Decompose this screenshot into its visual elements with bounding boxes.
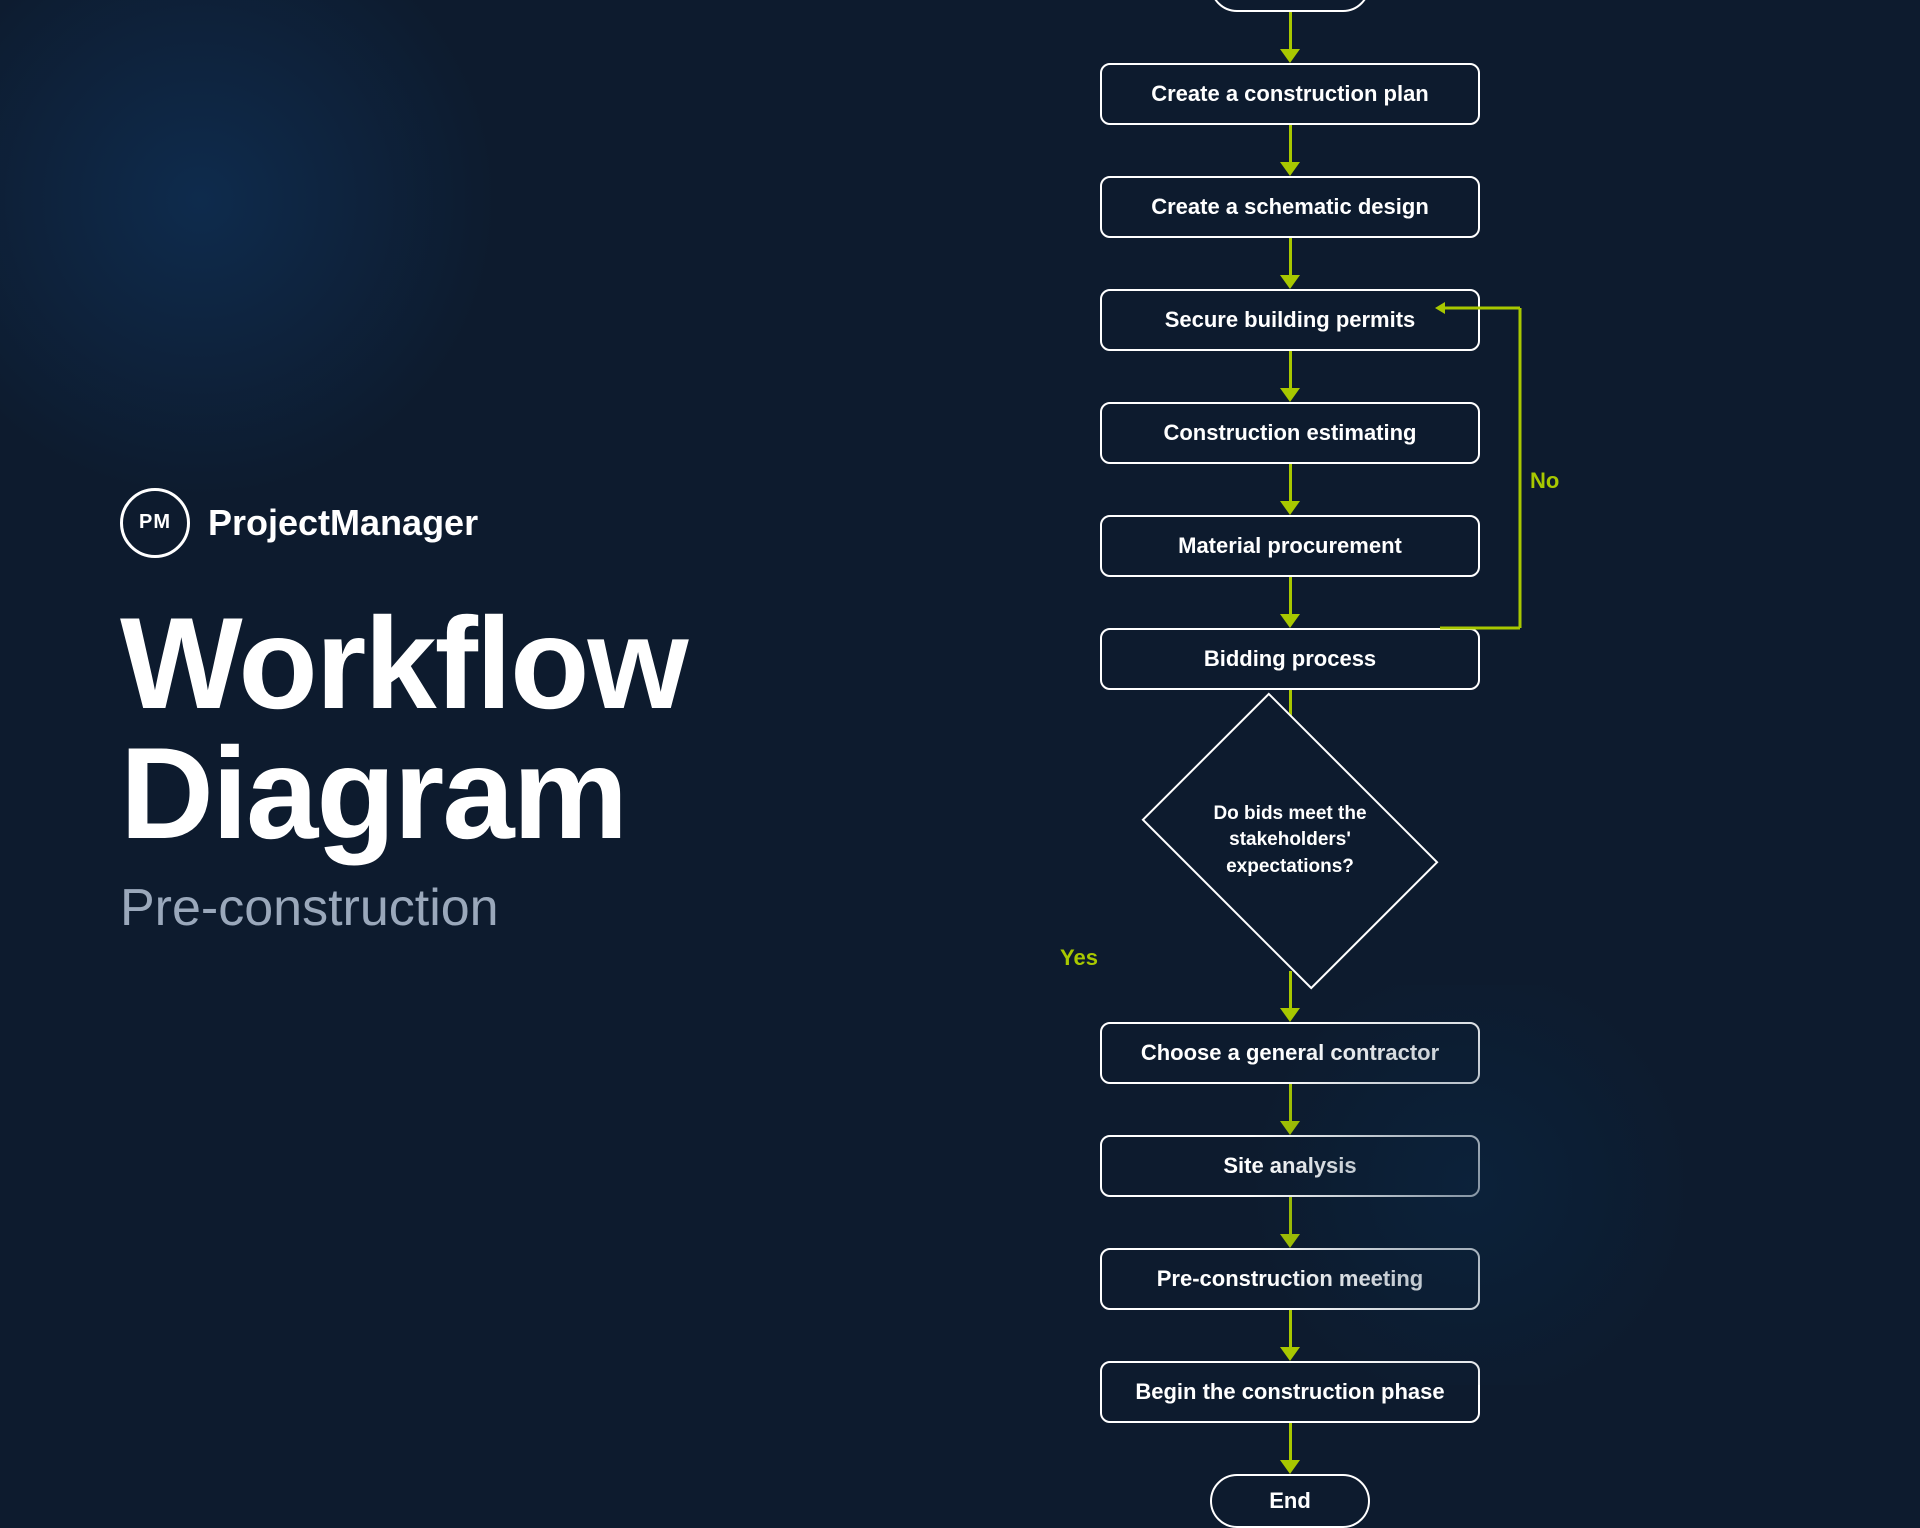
page-container: PM ProjectManager Workflow Diagram Pre-c… xyxy=(0,0,1920,1485)
title-line2: Diagram xyxy=(120,720,626,866)
arrow-3 xyxy=(1280,238,1300,289)
right-panel: Start Create a construction plan Create … xyxy=(700,0,1920,1485)
node-step8: Site analysis xyxy=(1100,1135,1480,1197)
node-step7: Choose a general contractor xyxy=(1100,1022,1480,1084)
node-step1: Create a construction plan xyxy=(1100,63,1480,125)
left-panel: PM ProjectManager Workflow Diagram Pre-c… xyxy=(0,0,700,1485)
node-step3: Secure building permits xyxy=(1100,289,1480,351)
brand-name: ProjectManager xyxy=(208,502,478,544)
feedback-arrow-svg: No xyxy=(1440,288,1570,718)
arrow-yes xyxy=(1280,971,1300,1022)
brand-row: PM ProjectManager xyxy=(120,488,700,558)
arrow-11 xyxy=(1280,1423,1300,1474)
main-title: Workflow Diagram xyxy=(120,598,700,858)
arrow-5 xyxy=(1280,464,1300,515)
node-start: Start xyxy=(1210,0,1370,12)
node-step9: Pre-construction meeting xyxy=(1100,1248,1480,1310)
node-step4: Construction estimating xyxy=(1100,402,1480,464)
pm-logo: PM xyxy=(120,488,190,558)
title-line1: Workflow xyxy=(120,590,687,736)
decision-diamond: Do bids meet the stakeholders' expectati… xyxy=(1150,741,1430,941)
arrow-6 xyxy=(1280,577,1300,628)
decision-text: Do bids meet the stakeholders' expectati… xyxy=(1195,801,1385,881)
arrow-4 xyxy=(1280,351,1300,402)
svg-text:No: No xyxy=(1530,468,1559,493)
node-step5: Material procurement xyxy=(1100,515,1480,577)
arrow-8 xyxy=(1280,1084,1300,1135)
arrow-9 xyxy=(1280,1197,1300,1248)
label-yes: Yes xyxy=(1060,945,1098,971)
arrow-2 xyxy=(1280,125,1300,176)
arrow-10 xyxy=(1280,1310,1300,1361)
arrow-1 xyxy=(1280,12,1300,63)
node-step6: Bidding process xyxy=(1100,628,1480,690)
node-step10: Begin the construction phase xyxy=(1100,1361,1480,1423)
subtitle: Pre-construction xyxy=(120,878,700,938)
pm-logo-initials: PM xyxy=(139,511,171,534)
flowchart: Start Create a construction plan Create … xyxy=(1060,0,1520,1528)
node-step2: Create a schematic design xyxy=(1100,176,1480,238)
node-end: End xyxy=(1210,1474,1370,1528)
bidding-wrapper: Bidding process No xyxy=(1060,628,1520,690)
